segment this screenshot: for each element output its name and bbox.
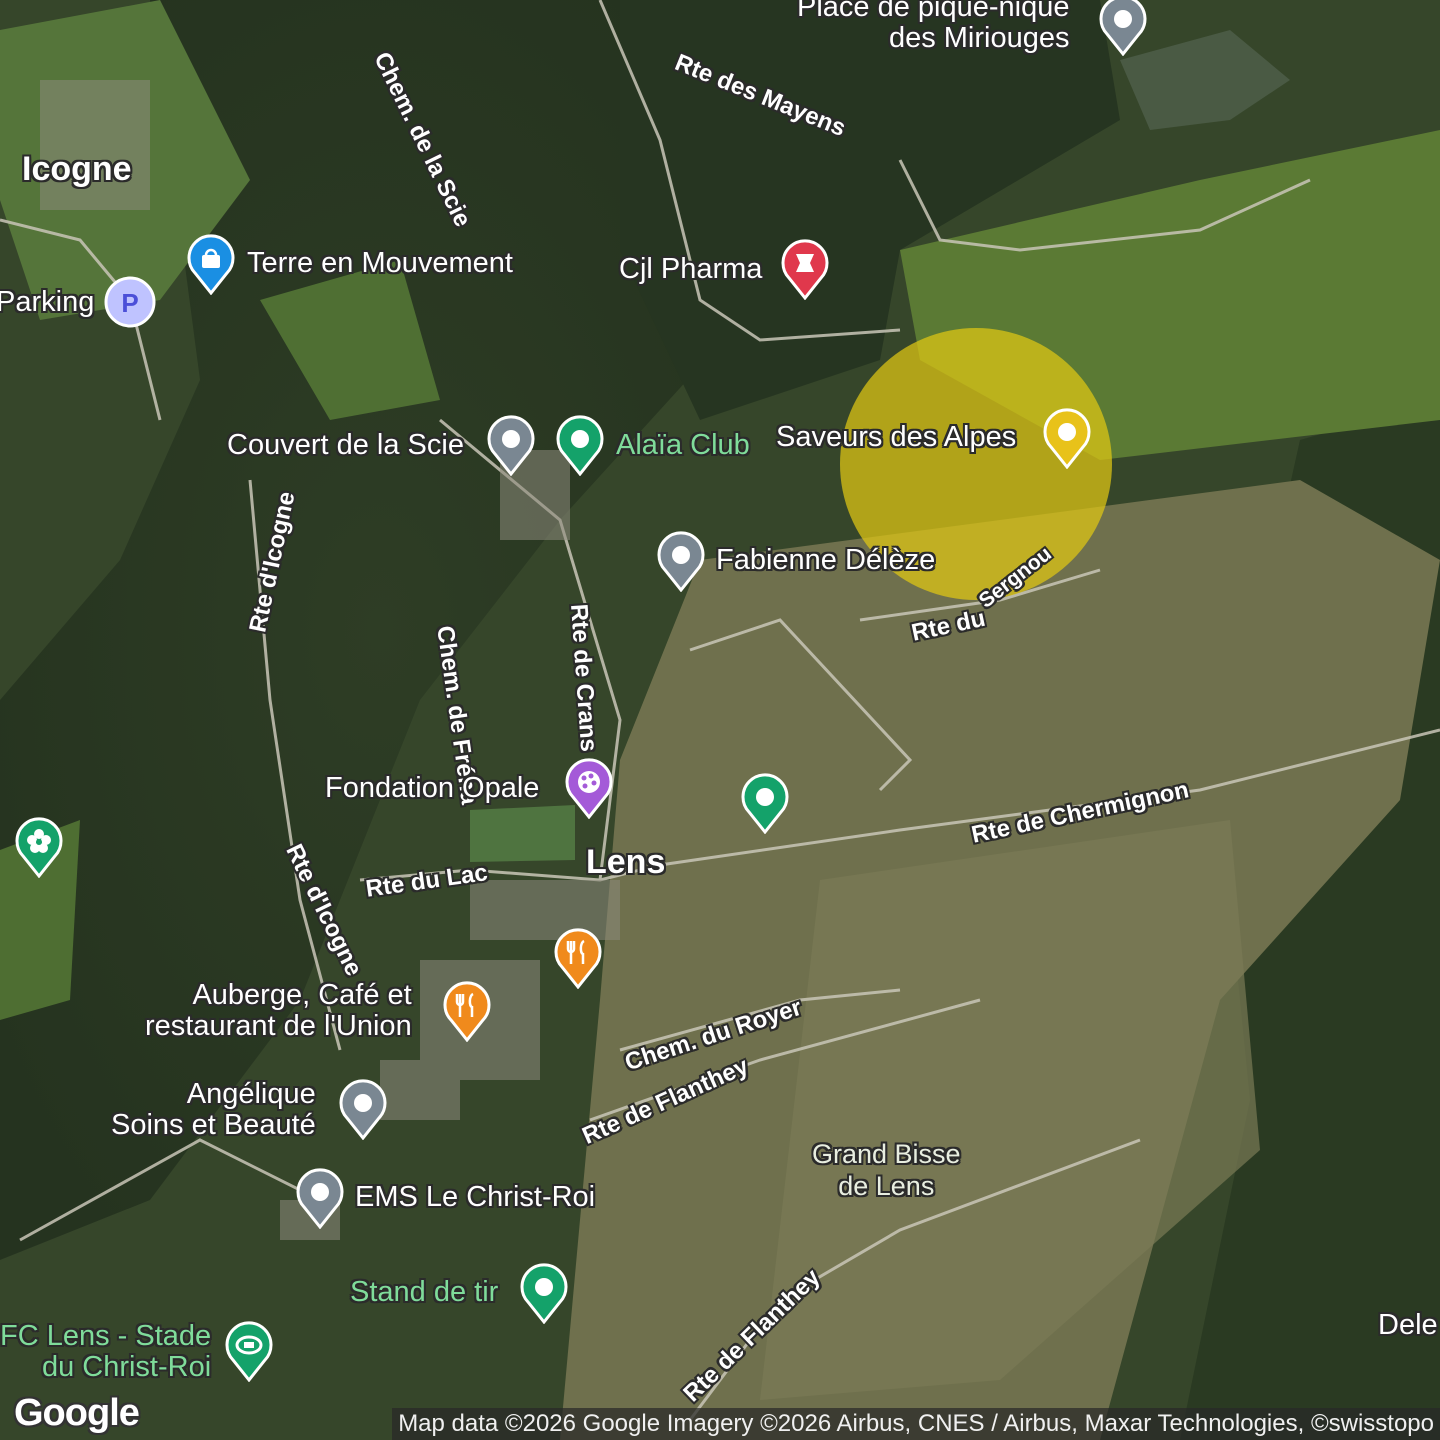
poi-label-fc-lens[interactable]: FC Lens - Stade du Christ-Roi — [0, 1321, 211, 1383]
flower-icon[interactable] — [13, 816, 65, 878]
poi-label-terre-en-mouvement[interactable]: Terre en Mouvement — [247, 248, 513, 279]
fork-knife-icon[interactable] — [552, 927, 604, 989]
place-label-lens: Lens — [586, 843, 666, 881]
poi-label-auberge-union[interactable]: Auberge, Café et restaurant de l'Union — [145, 980, 412, 1042]
pharmacy-icon[interactable] — [779, 238, 831, 300]
poi-label-fabienne-deleze[interactable]: Fabienne Délèze — [716, 545, 935, 576]
fork-knife-icon[interactable] — [441, 980, 493, 1042]
google-logo: Google — [14, 1392, 140, 1434]
map-attribution[interactable]: Map data ©2026 Google Imagery ©2026 Airb… — [392, 1408, 1440, 1440]
poi-label-ems-christ-roi[interactable]: EMS Le Christ-Roi — [355, 1182, 595, 1213]
poi-label-saveurs-alpes[interactable]: Saveurs des Alpes — [776, 422, 1016, 453]
place-label-dele: Dele — [1378, 1309, 1438, 1341]
poi-label-couvert-scie[interactable]: Couvert de la Scie — [227, 430, 464, 461]
generic-pin-icon[interactable] — [518, 1262, 570, 1324]
poi-label-parking[interactable]: Parking — [0, 287, 94, 318]
generic-pin-icon[interactable] — [655, 530, 707, 592]
stadium-icon[interactable] — [223, 1320, 275, 1382]
satellite-imagery — [0, 0, 1440, 1440]
poi-label-alaia-club[interactable]: Alaïa Club — [616, 430, 750, 461]
parking-icon[interactable]: P — [104, 274, 156, 336]
shopping-bag-icon[interactable] — [185, 233, 237, 295]
poi-label-cjl-pharma[interactable]: Cjl Pharma — [619, 254, 762, 285]
generic-pin-icon[interactable] — [294, 1167, 346, 1229]
generic-pin-icon[interactable] — [1041, 407, 1093, 469]
generic-pin-icon[interactable] — [554, 414, 606, 476]
generic-pin-icon[interactable] — [739, 772, 791, 834]
map-canvas[interactable]: Icogne Lens Dele Chem. de la Scie Rte de… — [0, 0, 1440, 1440]
poi-label-stand-de-tir[interactable]: Stand de tir — [350, 1277, 498, 1308]
poi-label-fondation-opale[interactable]: Fondation Opale — [325, 773, 539, 804]
generic-pin-icon[interactable] — [337, 1078, 389, 1140]
generic-pin-icon[interactable] — [1097, 0, 1149, 56]
landmark-label-grand-bisse: Grand Bisse de Lens — [812, 1139, 961, 1201]
svg-text:P: P — [121, 288, 138, 318]
palette-icon[interactable] — [563, 757, 615, 819]
poi-label-place-pique-nique[interactable]: Place de pique-nique des Miriouges — [797, 0, 1069, 54]
generic-pin-icon[interactable] — [485, 414, 537, 476]
place-label-icogne: Icogne — [22, 150, 132, 188]
poi-label-angelique[interactable]: Angélique Soins et Beauté — [111, 1079, 316, 1141]
